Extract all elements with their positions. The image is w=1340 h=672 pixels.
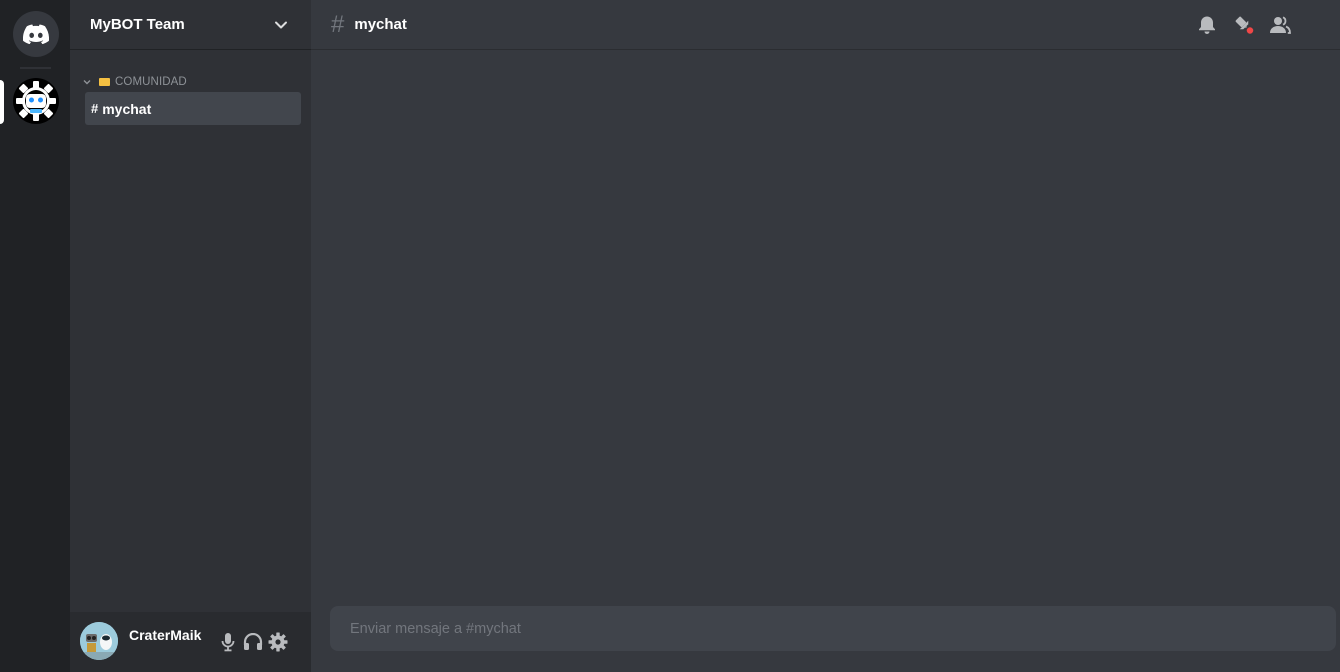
pin-icon (1235, 16, 1255, 36)
discord-app: MyBOT Team COMUNIDAD # mychat CraterMaik… (0, 0, 1340, 672)
chevron-down-icon (275, 21, 287, 28)
message-composer (330, 606, 1336, 651)
user-settings-button[interactable] (267, 631, 289, 653)
channel-label: mychat (102, 100, 152, 117)
headphones-icon (243, 633, 263, 650)
robot-avatar-icon (80, 622, 118, 660)
avatar[interactable] (80, 622, 118, 660)
channel-title: mychat (354, 16, 407, 33)
gear-icon (268, 632, 288, 652)
selected-server-indicator (0, 80, 4, 124)
notification-settings-button[interactable] (1195, 13, 1219, 37)
folder-icon (99, 78, 110, 86)
member-list-button[interactable] (1268, 13, 1292, 37)
rail-separator (20, 67, 51, 69)
username: CraterMaik (129, 627, 202, 643)
user-panel: CraterMaik (70, 612, 311, 672)
mute-button[interactable] (217, 631, 239, 653)
pinned-messages-button[interactable] (1232, 13, 1256, 37)
server-rail (0, 0, 70, 672)
microphone-icon (221, 633, 235, 652)
robot-gear-icon (16, 81, 56, 121)
channel-hash-icon: # (91, 101, 99, 116)
deafen-button[interactable] (242, 631, 264, 653)
members-icon (1270, 16, 1291, 34)
channel-hash-icon: # (331, 10, 345, 38)
server-name: MyBOT Team (90, 16, 185, 33)
message-input[interactable] (330, 606, 1336, 651)
home-button[interactable] (13, 11, 59, 57)
category-comunidad[interactable]: COMUNIDAD (82, 74, 187, 90)
server-header[interactable]: MyBOT Team (70, 0, 311, 50)
channel-sidebar: MyBOT Team COMUNIDAD # mychat CraterMaik (70, 0, 311, 672)
chevron-down-icon (83, 80, 91, 85)
bell-icon (1199, 16, 1215, 34)
category-label: COMUNIDAD (115, 76, 187, 88)
chat-header: # mychat (311, 0, 1340, 50)
discord-logo-icon (23, 24, 49, 44)
chat-area: # mychat (311, 0, 1340, 672)
server-icon-mybot[interactable] (13, 78, 59, 124)
channel-item-mychat[interactable]: # mychat (85, 92, 301, 125)
